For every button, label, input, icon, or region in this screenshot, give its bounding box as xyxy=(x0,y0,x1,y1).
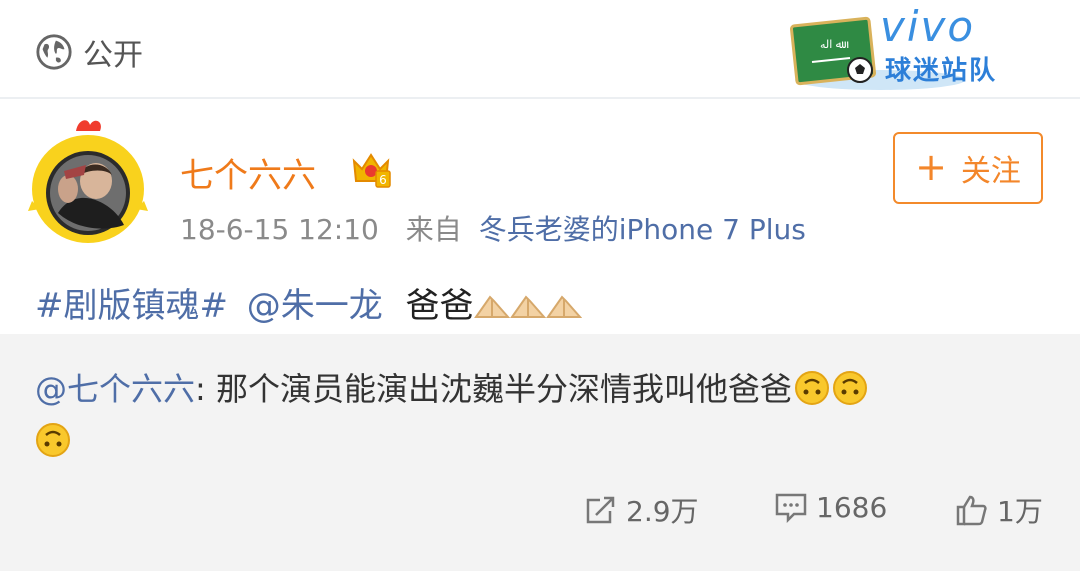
follow-label: 关注 xyxy=(960,154,1021,189)
avatar[interactable] xyxy=(28,117,148,245)
visibility-indicator: 公开 xyxy=(35,30,143,74)
badge-subtitle: 球迷站队 xyxy=(885,56,998,86)
repost-separator: : xyxy=(195,370,206,408)
repost-body: 那个演员能演出沈巍半分深情我叫他爸爸 xyxy=(205,370,792,408)
post-text: #剧版镇魂# @朱一龙 爸爸 xyxy=(35,278,582,327)
praying-hands-icon xyxy=(473,295,510,318)
top-bar: 公开 ﷲ ﺍﻟﻪ vivo 球迷站队 xyxy=(0,0,1080,97)
username[interactable]: 七个六六 xyxy=(180,148,316,197)
post-body: 爸爸 xyxy=(405,286,474,326)
plus-icon: + xyxy=(915,145,947,189)
badge-brand: vivo xyxy=(880,2,976,51)
comment-icon xyxy=(775,493,807,524)
repost-icon xyxy=(586,496,615,524)
post-timestamp: 18-6-15 12:10 xyxy=(180,213,379,246)
praying-hands-icon xyxy=(509,295,546,318)
source-prefix: 来自 xyxy=(405,213,462,246)
source-device[interactable]: 冬兵老婆的iPhone 7 Plus xyxy=(479,213,806,246)
vip-crown-icon[interactable]: 6 xyxy=(350,147,392,189)
follow-button[interactable]: + 关注 xyxy=(893,132,1043,204)
thumbs-up-icon xyxy=(956,495,987,526)
topic-link[interactable]: #剧版镇魂# xyxy=(35,286,228,326)
upside-down-face-icon xyxy=(36,423,70,457)
repost-count: 2.9万 xyxy=(626,495,699,528)
mention-link[interactable]: @朱一龙 xyxy=(247,286,383,326)
repost-text: @七个六六: 那个演员能演出沈巍半分深情我叫他爸爸 xyxy=(35,363,1045,467)
comment-action[interactable]: 1686 xyxy=(774,490,887,524)
visibility-label: 公开 xyxy=(83,38,143,73)
repost-action[interactable]: 2.9万 xyxy=(584,490,699,530)
globe-icon xyxy=(36,34,72,70)
vip-level: 6 xyxy=(379,173,387,187)
comment-count: 1686 xyxy=(816,490,888,524)
post-meta: 18-6-15 12:10 来自 冬兵老婆的iPhone 7 Plus xyxy=(180,208,806,248)
upside-down-face-icon xyxy=(794,371,829,405)
upside-down-face-icon xyxy=(832,371,867,405)
repost-author-link[interactable]: @七个六六 xyxy=(35,370,195,408)
like-action[interactable]: 1万 xyxy=(955,490,1043,530)
like-count: 1万 xyxy=(997,495,1043,528)
praying-hands-icon xyxy=(545,295,582,318)
